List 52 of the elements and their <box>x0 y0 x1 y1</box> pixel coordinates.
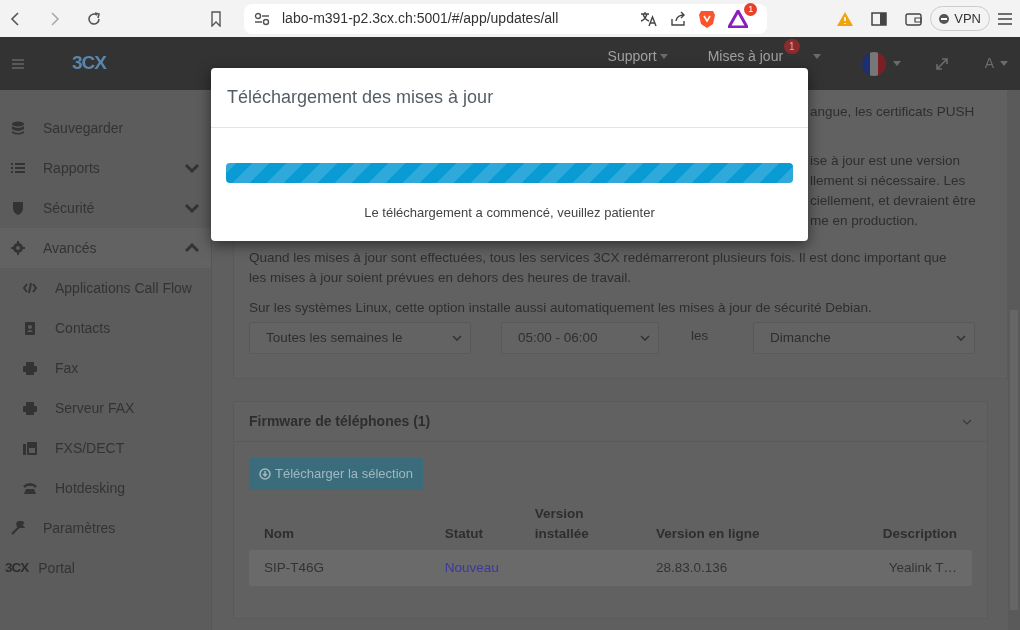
code-icon <box>23 281 37 295</box>
printer-icon <box>23 361 37 375</box>
back-icon[interactable] <box>8 10 22 27</box>
shield-icon <box>11 201 25 215</box>
database-icon <box>11 121 25 135</box>
lion-shield-icon[interactable] <box>698 8 717 29</box>
caret-icon[interactable] <box>452 335 462 341</box>
list-icon <box>11 161 25 175</box>
chevron-icon[interactable] <box>185 243 199 253</box>
bookmark-icon[interactable] <box>210 10 222 27</box>
flag-icon[interactable] <box>860 50 887 77</box>
user-menu[interactable]: A <box>984 53 994 74</box>
reload-icon[interactable] <box>86 10 102 27</box>
chevron-icon[interactable] <box>185 163 199 173</box>
phone-icon <box>23 481 37 495</box>
warning-icon[interactable] <box>837 11 854 26</box>
chevron-icon[interactable] <box>185 203 199 213</box>
address-book-icon <box>23 321 37 335</box>
sidebar-icon[interactable] <box>871 10 888 27</box>
chevron-icon[interactable] <box>962 418 972 425</box>
site-settings-icon[interactable] <box>254 11 270 26</box>
menu-icon[interactable] <box>12 58 24 69</box>
table-cell: 28.83.0.136 <box>641 550 868 587</box>
notification-badge: 1 <box>744 2 758 16</box>
minus-circle-icon <box>939 13 950 24</box>
table-cell: SIP-T46G <box>249 550 430 587</box>
caret-icon[interactable] <box>1000 61 1008 66</box>
printer-icon <box>23 401 37 415</box>
menu-icon[interactable] <box>998 12 1012 25</box>
caret-icon[interactable] <box>956 335 966 341</box>
caret-icon[interactable] <box>892 61 901 66</box>
notification-badge: 1 <box>784 39 800 54</box>
logo[interactable]: 3CX <box>72 49 106 78</box>
download-icon <box>259 467 271 480</box>
nav-menu[interactable]: Support <box>607 46 657 67</box>
wrench-icon <box>11 521 25 535</box>
scrollbar[interactable] <box>1008 90 1020 630</box>
caret-icon[interactable] <box>640 335 650 341</box>
url-text[interactable]: labo-m391-p2.3cx.ch:5001/#/app/updates/all <box>282 8 629 29</box>
caret-icon[interactable] <box>659 54 668 59</box>
triangle-icon[interactable] <box>728 9 749 28</box>
download-selection-button[interactable]: Télécharger la sélection <box>249 458 424 490</box>
status-message: Le téléchargement a commencé, veuillez patienter <box>363 204 656 222</box>
expand-icon[interactable] <box>934 56 949 71</box>
nav-menu[interactable]: Mises à jour <box>707 46 784 67</box>
fax-machine-icon <box>23 441 37 455</box>
dialog-title: Téléchargement des mises à jour <box>211 68 808 128</box>
caret-icon[interactable] <box>812 54 821 59</box>
translate-icon[interactable] <box>640 10 659 27</box>
wallet-icon[interactable] <box>905 11 923 26</box>
share-icon[interactable] <box>670 10 687 27</box>
forward-icon[interactable] <box>48 10 62 27</box>
